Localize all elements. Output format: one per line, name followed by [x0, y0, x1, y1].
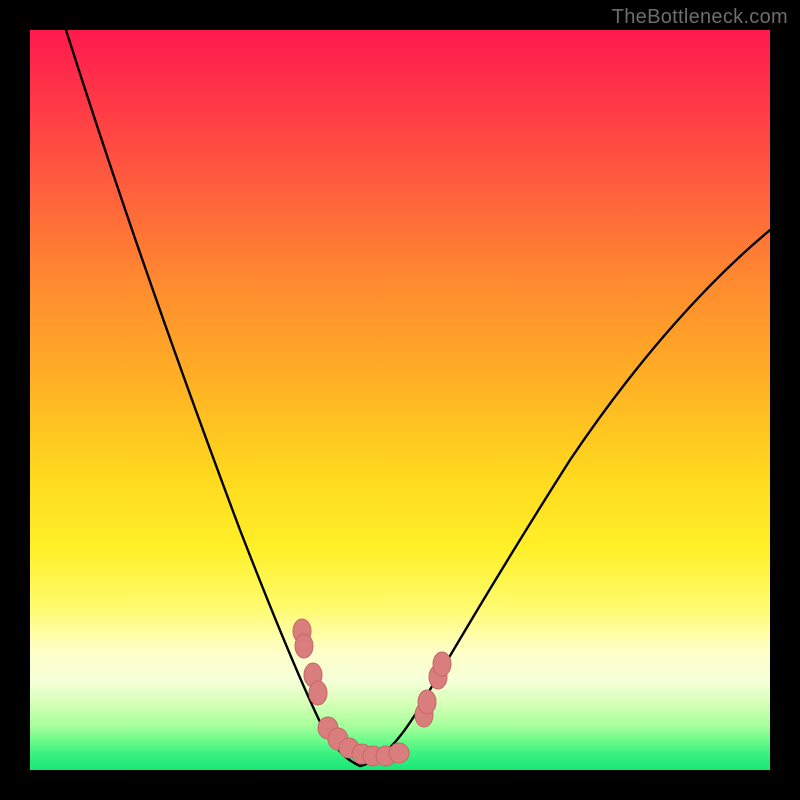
marker: [309, 681, 327, 705]
watermark-text: TheBottleneck.com: [612, 6, 788, 29]
marker-group: [293, 619, 451, 766]
marker: [418, 690, 436, 714]
marker: [295, 634, 313, 658]
chart-frame: TheBottleneck.com: [0, 0, 800, 800]
curve-right-branch: [360, 230, 770, 766]
marker: [389, 743, 409, 763]
plot-area: [30, 30, 770, 770]
marker: [433, 652, 451, 676]
bottleneck-curve: [30, 30, 770, 770]
curve-left-branch: [66, 30, 360, 766]
